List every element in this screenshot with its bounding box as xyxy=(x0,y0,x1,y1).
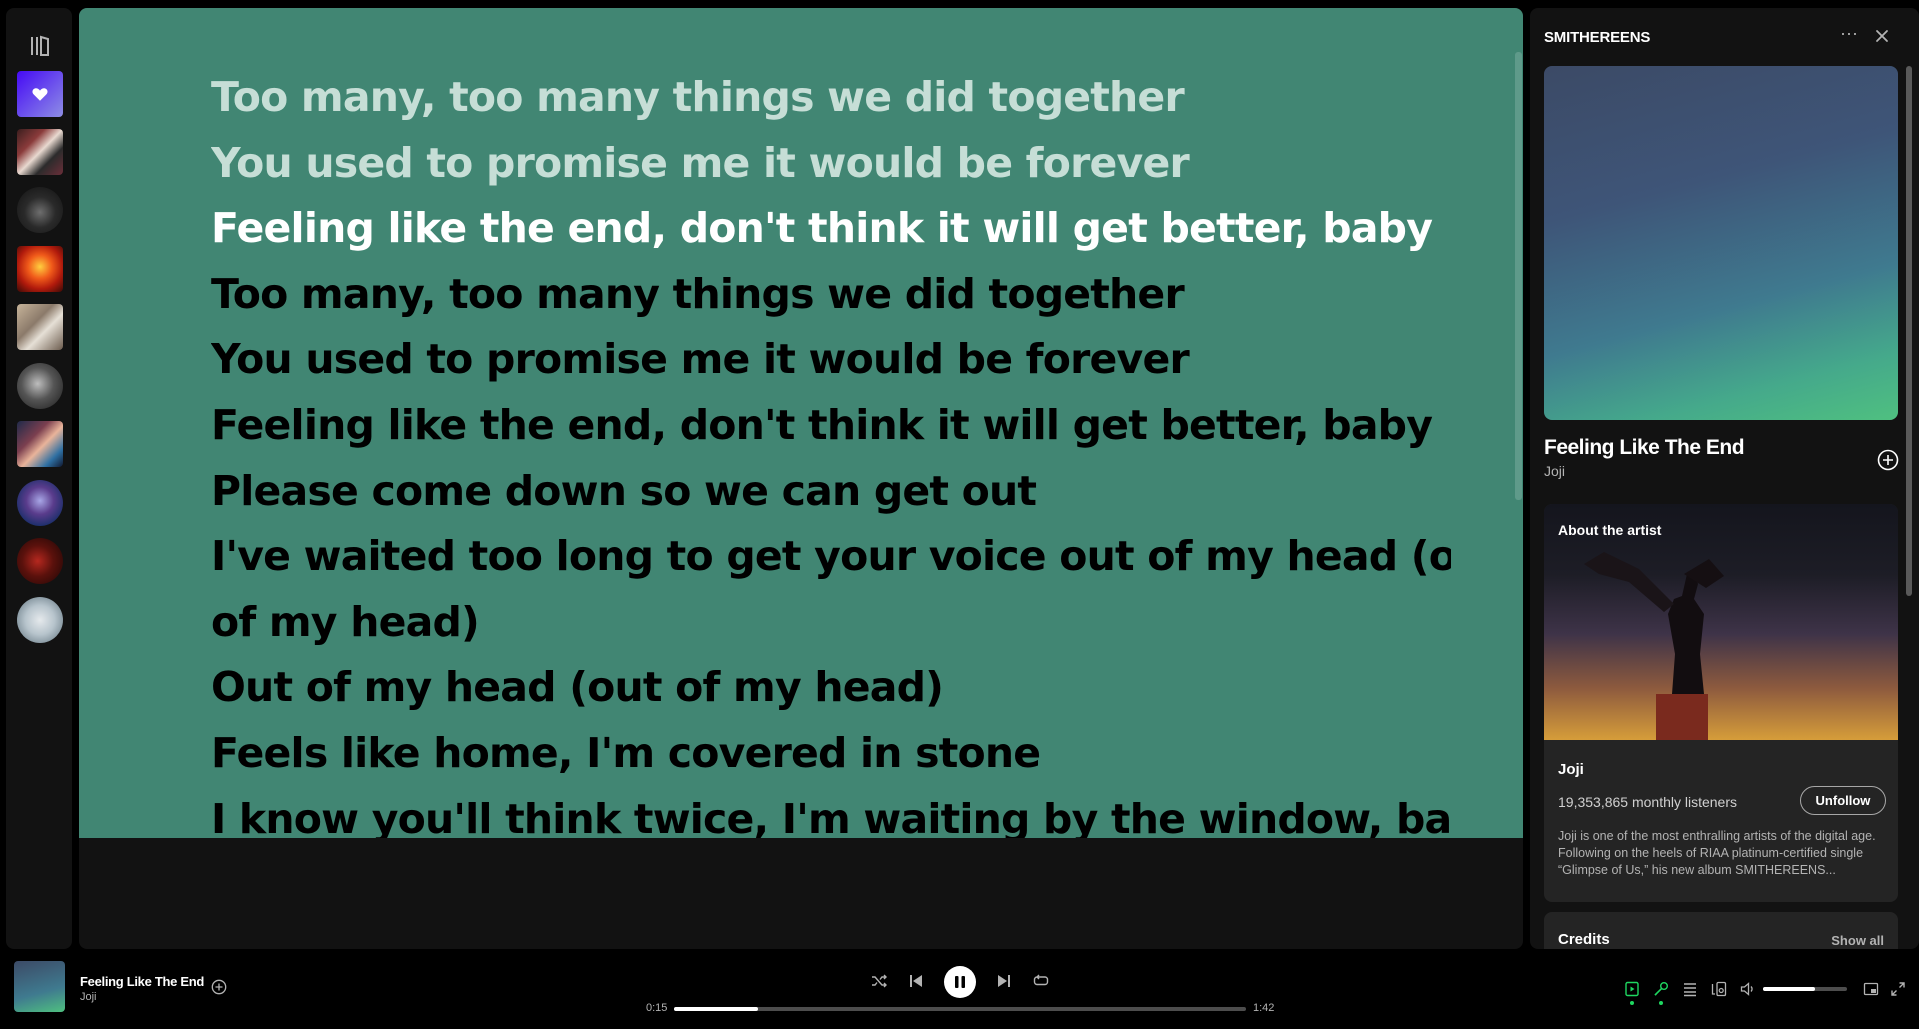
volume-icon[interactable] xyxy=(1739,980,1757,998)
track-duration: 1:42 xyxy=(1253,1002,1275,1014)
lyric-line[interactable]: Feeling like the end, don't think it wil… xyxy=(211,196,1451,262)
lyrics-mic-icon[interactable] xyxy=(1652,980,1670,998)
connect-device-icon[interactable] xyxy=(1710,980,1728,998)
heart-icon xyxy=(32,88,48,101)
fullscreen-icon[interactable] xyxy=(1889,980,1907,998)
track-title[interactable]: Feeling Like The End xyxy=(1544,436,1745,460)
lyric-line[interactable]: I've waited too long to get your voice o… xyxy=(211,524,1451,590)
unfollow-button[interactable]: Unfollow xyxy=(1800,786,1886,815)
lyric-line[interactable]: of my head) xyxy=(211,590,1451,656)
progress-fill xyxy=(674,1007,759,1011)
miniplayer-icon[interactable] xyxy=(1862,980,1880,998)
sidebar-item-artist-9[interactable] xyxy=(17,597,63,643)
volume-fill xyxy=(1763,987,1816,991)
lyric-line[interactable]: I know you'll think twice, I'm waiting b… xyxy=(211,787,1451,838)
artist-image xyxy=(1544,504,1898,740)
lyric-line[interactable]: You used to promise me it would be forev… xyxy=(211,131,1451,197)
artist-bio: Joji is one of the most enthralling arti… xyxy=(1558,829,1876,877)
monthly-listeners: 19,353,865 monthly listeners xyxy=(1558,794,1737,810)
show-all-link[interactable]: Show all xyxy=(1831,933,1884,948)
elapsed-time: 0:15 xyxy=(646,1002,668,1014)
previous-track-icon[interactable] xyxy=(905,970,927,992)
about-artist-label: About the artist xyxy=(1558,522,1662,538)
repeat-icon[interactable] xyxy=(1030,970,1052,992)
credits-card: Credits Show all xyxy=(1544,912,1898,949)
sidebar-item-album-3[interactable] xyxy=(17,246,63,292)
active-indicator-dot xyxy=(1659,1001,1663,1005)
about-artist-card[interactable]: About the artist Joji 19,353,865 monthly… xyxy=(1544,504,1898,902)
next-track-icon[interactable] xyxy=(993,970,1015,992)
active-indicator-dot xyxy=(1630,1001,1634,1005)
lyrics-scrollbar[interactable] xyxy=(1515,52,1522,500)
pause-icon xyxy=(955,976,965,988)
more-options-icon[interactable]: ··· xyxy=(1837,24,1861,46)
sidebar-item-playlist-4[interactable] xyxy=(17,304,63,350)
album-art xyxy=(1544,66,1898,420)
pause-button[interactable] xyxy=(944,966,976,998)
lyric-line[interactable]: Feeling like the end, don't think it wil… xyxy=(211,393,1451,459)
sidebar-item-playlist-1[interactable] xyxy=(17,129,63,175)
close-icon[interactable] xyxy=(1872,26,1892,46)
sidebar-item-artist-5[interactable] xyxy=(17,363,63,409)
queue-icon[interactable] xyxy=(1681,980,1699,998)
shuffle-icon[interactable] xyxy=(868,970,890,992)
track-artist[interactable]: Joji xyxy=(1544,463,1565,479)
sidebar-item-artist-2[interactable] xyxy=(17,187,63,233)
add-to-playlist-icon[interactable] xyxy=(1876,448,1900,472)
liked-songs-item[interactable] xyxy=(17,71,63,117)
now-playing-view: SMITHEREENS ··· Feeling Like The End Joj… xyxy=(1530,8,1919,949)
lyric-line[interactable]: Out of my head (out of my head) xyxy=(211,655,1451,721)
credits-label: Credits xyxy=(1558,931,1610,948)
sidebar-item-artist-8[interactable] xyxy=(17,538,63,584)
lyric-line[interactable]: Please come down so we can get out xyxy=(211,459,1451,525)
now-playing-cover[interactable] xyxy=(14,961,65,1012)
player-bar: Feeling Like The End Joji 0:15 1:42 xyxy=(0,952,1919,1029)
add-to-liked-icon[interactable] xyxy=(211,979,227,995)
artist-silhouette xyxy=(1584,552,1724,740)
now-playing-title[interactable]: Feeling Like The End xyxy=(80,974,204,989)
panel-title[interactable]: SMITHEREENS xyxy=(1544,29,1650,46)
volume-slider[interactable] xyxy=(1763,987,1847,991)
library-sidebar xyxy=(6,8,72,949)
now-playing-artist[interactable]: Joji xyxy=(80,991,97,1003)
library-icon[interactable] xyxy=(28,34,52,58)
sidebar-item-playlist-6[interactable] xyxy=(17,421,63,467)
artist-name[interactable]: Joji xyxy=(1558,761,1584,778)
lyric-line[interactable]: You used to promise me it would be forev… xyxy=(211,327,1451,393)
lyrics-view: Too many, too many things we did togethe… xyxy=(79,8,1523,949)
lyric-line[interactable]: Too many, too many things we did togethe… xyxy=(211,262,1451,328)
sidebar-item-artist-7[interactable] xyxy=(17,480,63,526)
playback-progress-bar[interactable] xyxy=(674,1007,1246,1011)
now-playing-view-icon[interactable] xyxy=(1623,980,1641,998)
lyric-line[interactable]: Feels like home, I'm covered in stone xyxy=(211,721,1451,787)
lyric-line[interactable]: Too many, too many things we did togethe… xyxy=(211,65,1451,131)
panel-scrollbar[interactable] xyxy=(1906,66,1912,596)
lyrics-list[interactable]: Too many, too many things we did togethe… xyxy=(211,65,1451,838)
